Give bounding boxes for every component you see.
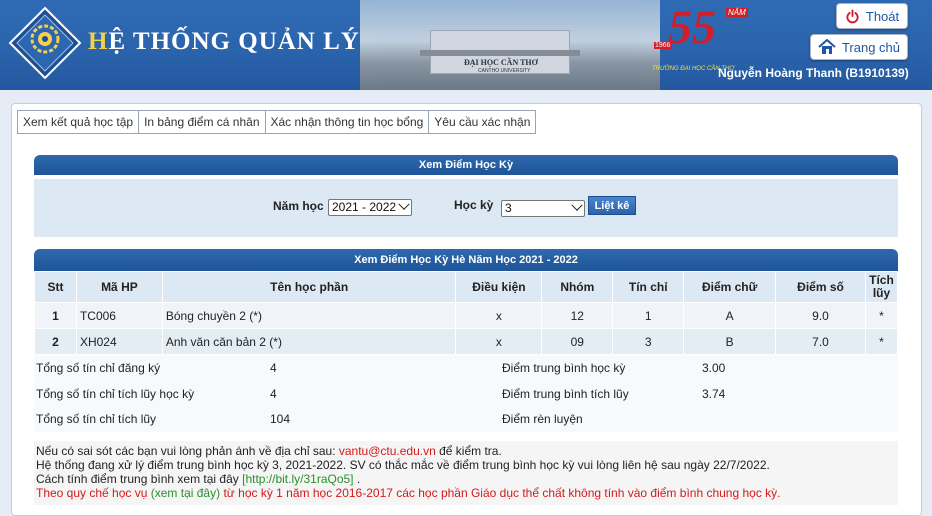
semester-select[interactable]: 3 [501,200,585,217]
grades-table: Stt Mã HP Tên học phần Điều kiện Nhóm Tí… [34,271,899,355]
note-line-1: Nếu có sai sót các bạn vui lòng phản ánh… [36,444,896,458]
regulation-link[interactable]: (xem tại đây) [151,486,220,500]
note-line-2: Hệ thống đang xử lý điểm trung bình học … [36,458,770,472]
filter-panel-title: Xem Điểm Học Kỳ [34,155,898,175]
col-stt: Stt [34,271,77,303]
system-title: HỆ THỐNG QUẢN LÝ [88,28,360,56]
summary-panel: Tổng số tín chỉ đăng ký 4 Tổng số tín ch… [34,355,898,432]
grades-header-row: Stt Mã HP Tên học phần Điều kiện Nhóm Tí… [34,271,899,303]
tab-confirmation-request[interactable]: Yêu cầu xác nhận [429,111,536,133]
row-letter-grade: A [683,302,777,329]
table-row: 1 TC006 Bóng chuyền 2 (*) x 12 1 A 9.0 * [34,302,899,329]
col-letter-grade: Điểm chữ [683,271,777,303]
col-course-name: Tên học phần [161,271,457,303]
chevron-down-icon [571,201,583,211]
main-content: Xem kết quả học tập In bảng điểm cá nhân… [11,103,922,516]
grades-panel-title: Xem Điểm Học Kỳ Hè Năm Học 2021 - 2022 [34,249,898,271]
row-accumulated: * [864,302,899,329]
table-row: 2 XH024 Anh văn căn bản 2 (*) x 09 3 B 7… [34,328,899,355]
tab-scholarship-info[interactable]: Xác nhận thông tin học bổng [265,111,430,133]
row-course-name: Bóng chuyền 2 (*) [161,302,457,329]
note-line-3-end: . [353,472,361,486]
notes-panel: Nếu có sai sót các bạn vui lòng phản ánh… [34,441,898,505]
total-accum-credits-label: Tổng số tín chỉ tích lũy [36,412,157,426]
anniversary-nam: NĂM [726,8,748,17]
campus-gate [420,50,580,56]
row-group: 09 [541,328,614,355]
semester-gpa-value: 3.00 [702,361,726,375]
row-course-name: Anh văn căn bản 2 (*) [161,328,457,355]
total-accum-credits-value: 104 [270,412,291,426]
row-score: 9.0 [775,302,866,329]
note-line-4: Theo quy chế học vụ (xem tại đây) từ học… [36,486,896,500]
home-button[interactable]: Trang chủ [810,34,908,60]
col-credits: Tín chỉ [612,271,685,303]
tab-print-transcript[interactable]: In bảng điểm cá nhân [139,111,266,133]
col-condition: Điều kiện [455,271,543,303]
power-icon [846,8,859,23]
row-course-code: TC006 [75,302,163,329]
col-score: Điểm số [775,271,866,303]
gpa-guide-link[interactable]: [http://bit.ly/31raQo5] [242,472,353,486]
note-line-3: Cách tính điểm trung bình xem tại đây [h… [36,472,896,486]
year-select[interactable]: 2021 - 2022 [328,199,412,216]
system-title-text: Ệ THỐNG QUẢN LÝ [108,28,360,55]
note-line-1-end: để kiểm tra. [435,444,502,458]
header-banner: HỆ THỐNG QUẢN LÝ ĐẠI HỌC CẦN THƠ CANTHO … [0,0,932,90]
contact-email-link[interactable]: vantu@ctu.edu.vn [339,444,436,458]
col-accumulated: Tích lũy [864,271,899,303]
tab-bar: Xem kết quả học tập In bảng điểm cá nhân… [17,110,537,134]
semester-accum-credits-value: 4 [270,387,277,401]
campus-name: ĐẠI HỌC CẦN THƠ [464,58,538,67]
note-line-3-text: Cách tính điểm trung bình xem tại đây [36,472,243,486]
university-logo[interactable] [8,6,82,80]
filter-panel: Năm học 2021 - 2022 Học kỳ 3 Liệt kê [34,179,898,237]
col-group: Nhóm [541,271,614,303]
row-stt: 1 [34,302,77,329]
row-group: 12 [541,302,614,329]
semester-gpa-label: Điểm trung bình học kỳ [502,361,626,375]
campus-photo: ĐẠI HỌC CẦN THƠ CANTHO UNIVERSITY [360,0,660,90]
row-credits: 1 [612,302,685,329]
row-condition: x [455,302,543,329]
year-label: Năm học [273,199,324,213]
tab-view-results[interactable]: Xem kết quả học tập [18,111,140,133]
year-select-value: 2021 - 2022 [332,200,397,214]
logout-button[interactable]: Thoát [836,3,908,29]
semester-label: Học kỳ [454,198,494,212]
row-condition: x [455,328,543,355]
chevron-down-icon [398,200,410,210]
row-course-code: XH024 [75,328,163,355]
list-button[interactable]: Liệt kê [588,196,636,215]
user-name: Nguyễn Hoàng Thanh (B1910139) [718,66,909,80]
row-letter-grade: B [683,328,777,355]
system-title-initial: H [88,28,109,55]
accumulated-gpa-value: 3.74 [702,387,726,401]
anniversary-logo: 1966 55 NĂM [650,1,750,68]
note-line-1-text: Nếu có sai sót các bạn vui lòng phản ánh… [36,444,339,458]
registered-credits-value: 4 [270,361,277,375]
conduct-score-label: Điểm rèn luyện [502,412,583,426]
row-score: 7.0 [775,328,866,355]
registered-credits-label: Tổng số tín chỉ đăng ký [36,361,161,375]
campus-subname: CANTHO UNIVERSITY [478,68,531,74]
row-accumulated: * [864,328,899,355]
accumulated-gpa-label: Điểm trung bình tích lũy [502,387,629,401]
row-credits: 3 [612,328,685,355]
semester-select-value: 3 [505,201,512,215]
home-label: Trang chủ [841,39,901,55]
row-stt: 2 [34,328,77,355]
logout-label: Thoát [865,8,900,24]
home-icon [818,39,836,54]
note-line-4-text: Theo quy chế học vụ [36,486,151,500]
semester-accum-credits-label: Tổng số tín chỉ tích lũy học kỳ [36,387,195,401]
note-line-4-end: từ học kỳ 1 năm học 2016-2017 các học ph… [220,486,781,500]
anniversary-number: 55 [668,1,716,54]
col-course-code: Mã HP [75,271,163,303]
